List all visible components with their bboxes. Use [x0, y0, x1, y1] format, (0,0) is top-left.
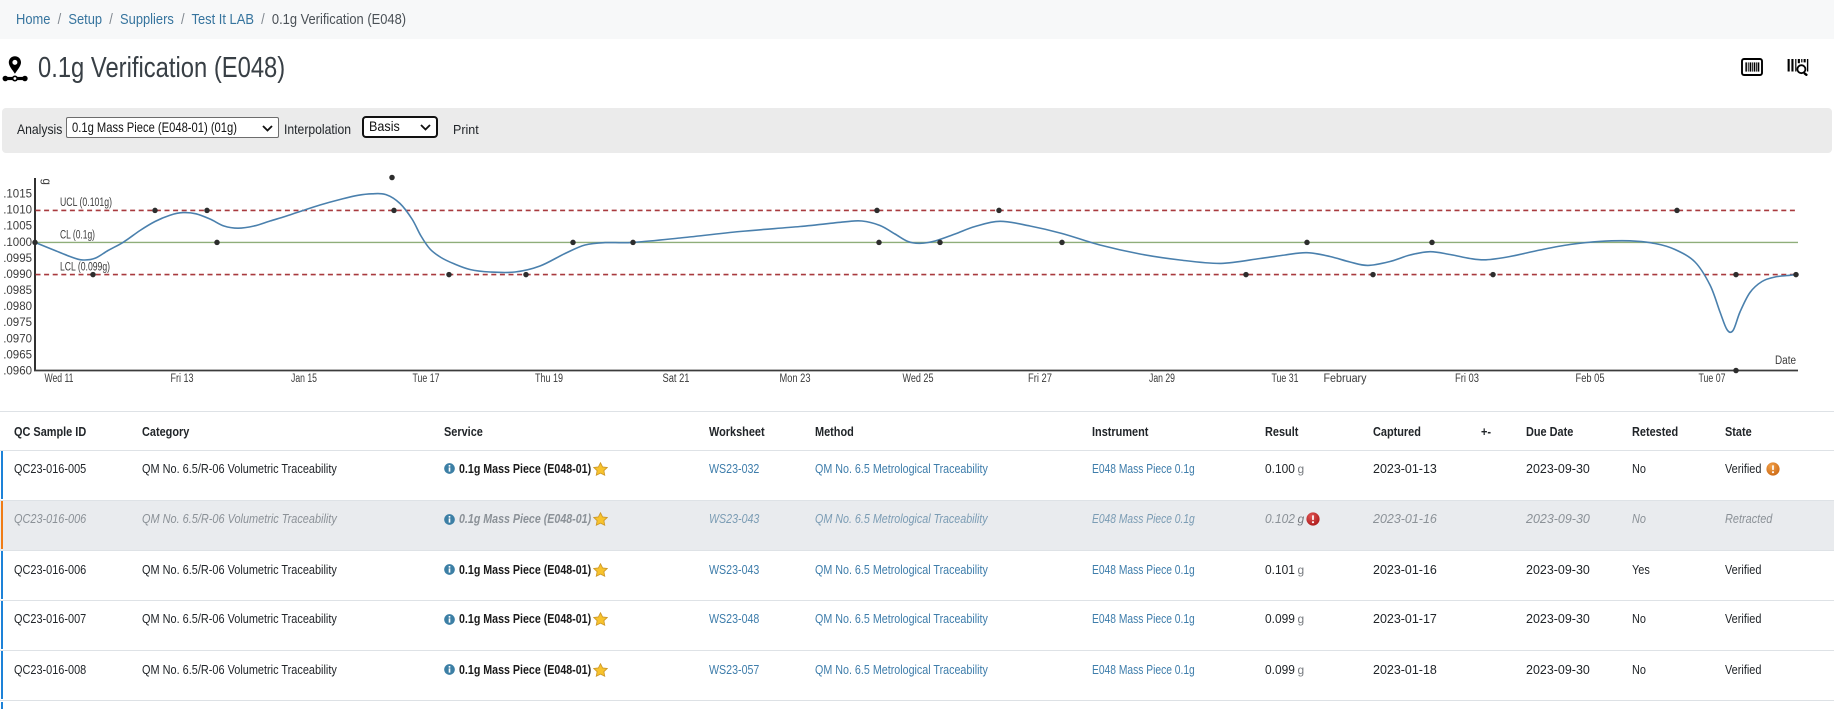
svg-text:.0980: .0980 — [3, 301, 32, 313]
svg-text:.0970: .0970 — [3, 333, 32, 345]
svg-text:.0960: .0960 — [3, 366, 32, 378]
svg-text:Fri 27: Fri 27 — [1028, 373, 1052, 385]
svg-text:.1010: .1010 — [3, 205, 32, 217]
svg-text:Jan 29: Jan 29 — [1149, 373, 1175, 385]
svg-text:Fri 03: Fri 03 — [1455, 373, 1479, 385]
svg-text:Tue 07: Tue 07 — [1699, 373, 1726, 385]
svg-text:.0975: .0975 — [3, 317, 32, 329]
svg-text:Wed 25: Wed 25 — [903, 373, 934, 385]
svg-text:Fri 13: Fri 13 — [171, 373, 194, 385]
svg-text:CL (0.1g): CL (0.1g) — [60, 229, 95, 241]
svg-text:Tue 17: Tue 17 — [413, 373, 440, 385]
svg-text:g: g — [40, 179, 52, 185]
svg-text:.0995: .0995 — [3, 253, 32, 265]
svg-text:Date: Date — [1775, 355, 1796, 367]
svg-text:Feb 05: Feb 05 — [1576, 373, 1605, 385]
svg-text:UCL (0.101g): UCL (0.101g) — [60, 197, 112, 209]
svg-text:.0990: .0990 — [3, 269, 32, 281]
svg-text:.0965: .0965 — [3, 349, 32, 361]
svg-text:.1015: .1015 — [3, 189, 32, 201]
svg-text:Thu 19: Thu 19 — [535, 373, 563, 385]
svg-text:Wed 11: Wed 11 — [45, 373, 74, 385]
svg-text:LCL (0.099g): LCL (0.099g) — [60, 262, 110, 274]
svg-text:.1000: .1000 — [3, 237, 32, 249]
svg-text:Jan 15: Jan 15 — [291, 373, 317, 385]
svg-text:February: February — [1324, 373, 1367, 385]
svg-text:.1005: .1005 — [3, 221, 32, 233]
svg-text:Sat 21: Sat 21 — [663, 373, 690, 385]
svg-text:.0985: .0985 — [3, 285, 32, 297]
svg-text:Tue 31: Tue 31 — [1272, 373, 1299, 385]
svg-text:Mon 23: Mon 23 — [780, 373, 811, 385]
